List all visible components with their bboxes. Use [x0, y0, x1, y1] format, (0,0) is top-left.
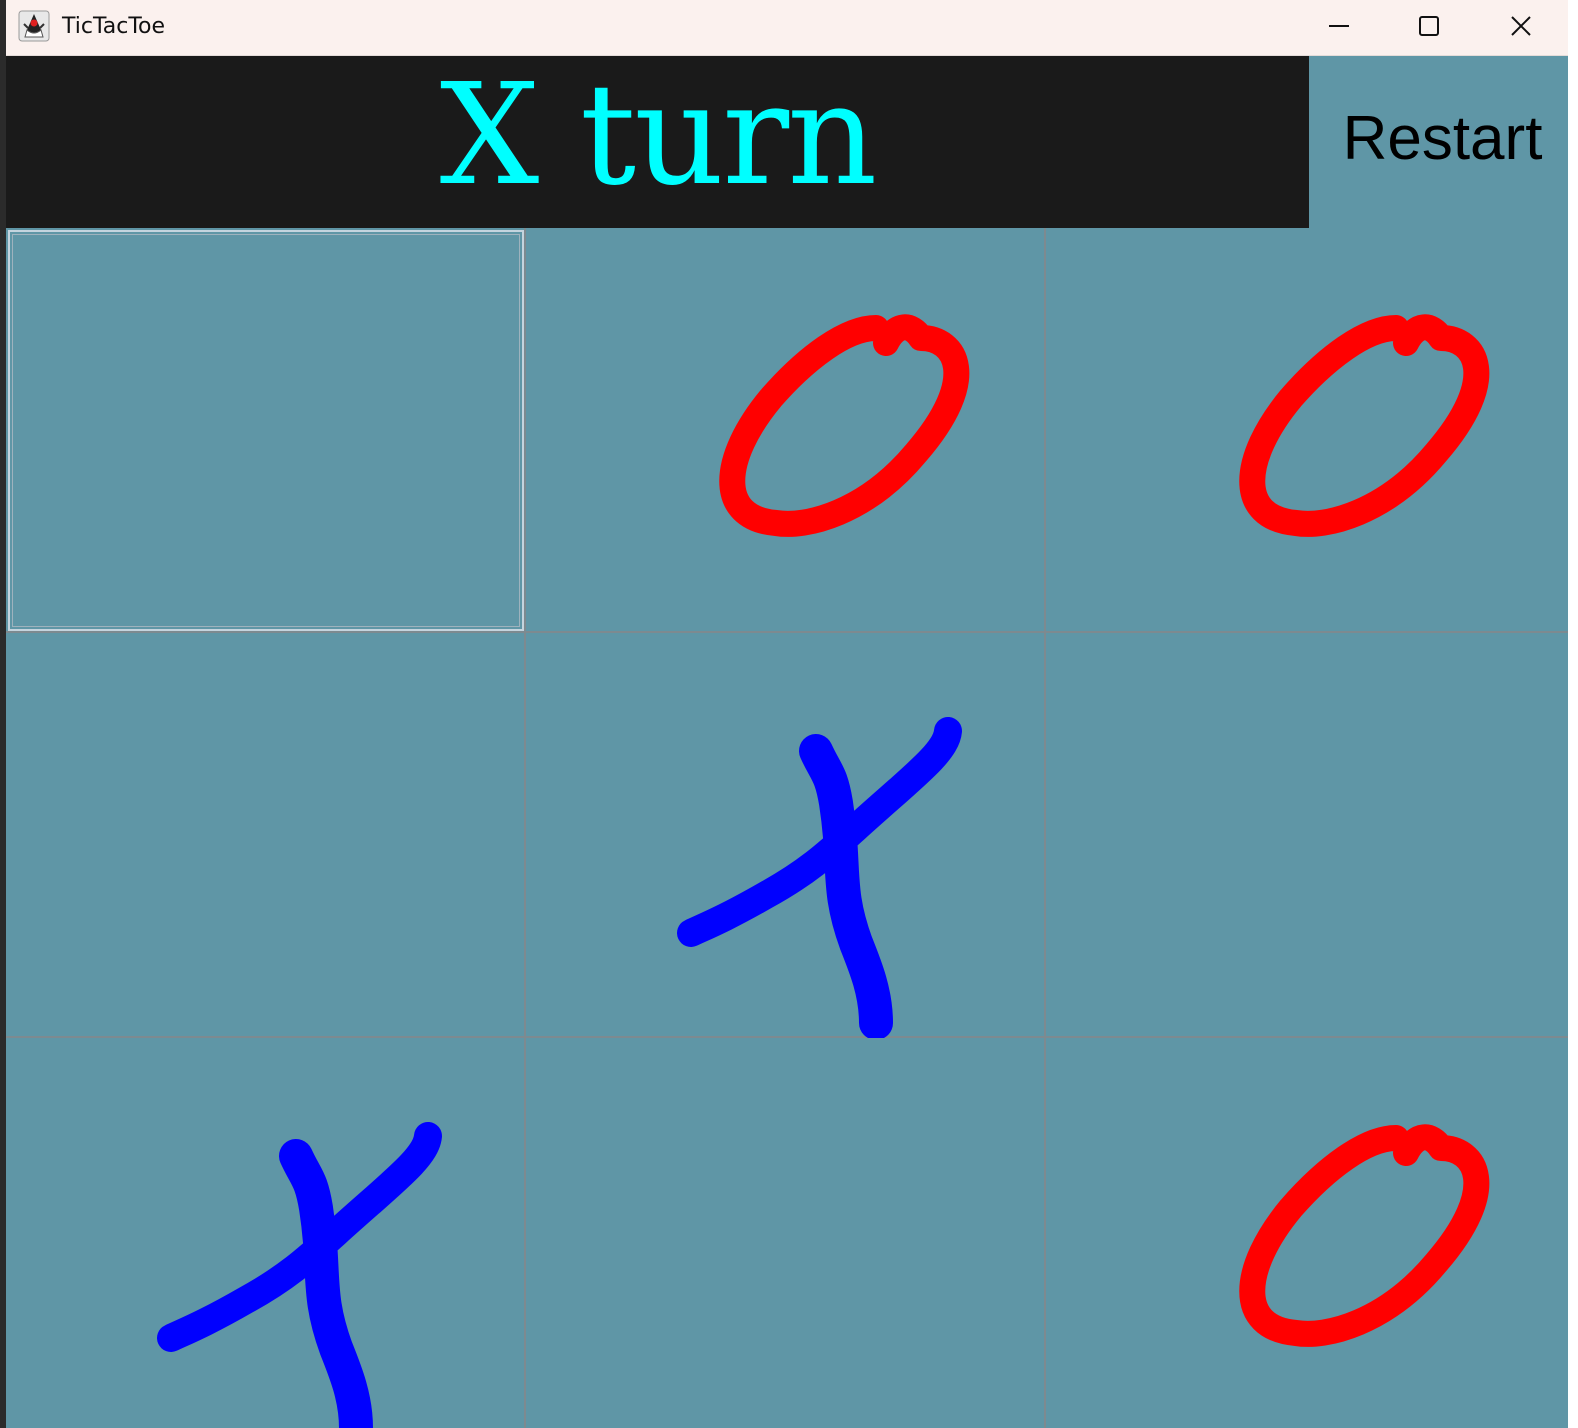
x-mark-icon: [677, 717, 962, 1038]
board-cell-1-2[interactable]: [526, 228, 1046, 633]
board-cell-3-1[interactable]: [6, 1038, 526, 1428]
board-cell-2-1[interactable]: [6, 633, 526, 1038]
restart-button[interactable]: Restart: [1309, 56, 1568, 228]
turn-status-panel: X turn: [6, 56, 1309, 228]
game-board: [6, 228, 1568, 1428]
o-mark-icon: [1239, 314, 1490, 537]
board-cell-2-2[interactable]: [526, 633, 1046, 1038]
board-cell-3-3[interactable]: [1046, 1038, 1568, 1428]
java-duke-icon: [18, 10, 50, 42]
turn-status-label: X turn: [439, 54, 878, 217]
game-header: X turn Restart: [6, 56, 1568, 228]
o-mark-icon: [1239, 1124, 1490, 1347]
close-button[interactable]: [1476, 0, 1566, 52]
minimize-button[interactable]: [1294, 0, 1384, 52]
o-mark-icon: [719, 314, 970, 537]
board-cell-1-1[interactable]: [6, 228, 526, 633]
window-title: TicTacToe: [62, 14, 166, 39]
minimize-icon: [1329, 25, 1349, 27]
maximize-icon: [1419, 16, 1439, 36]
maximize-button[interactable]: [1384, 0, 1474, 52]
close-icon: [1511, 16, 1531, 36]
board-cell-2-3[interactable]: [1046, 633, 1568, 1038]
board-cell-3-2[interactable]: [526, 1038, 1046, 1428]
tictactoe-window: TicTacToe X turn Restart: [0, 0, 1568, 1428]
restart-button-label: Restart: [1342, 104, 1543, 173]
title-bar[interactable]: TicTacToe: [6, 0, 1568, 56]
board-cell-1-3[interactable]: [1046, 228, 1568, 633]
x-mark-icon: [157, 1122, 442, 1428]
